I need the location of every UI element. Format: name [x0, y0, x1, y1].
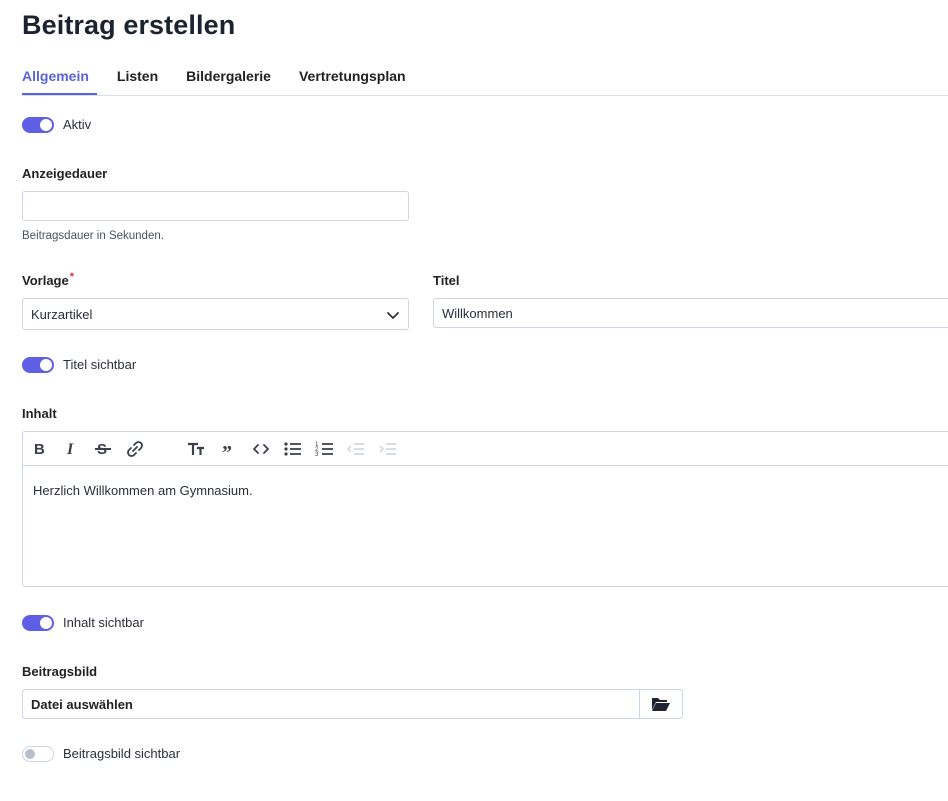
inhalt-sichtbar-label: Inhalt sichtbar [63, 615, 144, 630]
file-browse-button[interactable] [639, 690, 682, 718]
tab-allgemein[interactable]: Allgemein [22, 58, 97, 95]
vorlage-value: Kurzartikel [31, 306, 93, 322]
anzeigedauer-hint: Beitragsdauer in Sekunden. [22, 230, 164, 242]
beitragsbild-sichtbar-toggle[interactable] [22, 746, 54, 762]
titel-sichtbar-toggle[interactable] [22, 357, 54, 373]
link-icon[interactable] [125, 439, 145, 459]
folder-open-icon [652, 698, 670, 711]
tab-bar: Allgemein Listen Bildergalerie Vertretun… [22, 58, 948, 96]
svg-text:3: 3 [315, 452, 319, 458]
bullet-list-icon[interactable] [283, 439, 303, 459]
indent-icon[interactable] [378, 439, 398, 459]
editor-toolbar: B I S ” [23, 432, 948, 466]
inhalt-sichtbar-toggle[interactable] [22, 615, 54, 631]
aktiv-toggle[interactable] [22, 117, 54, 133]
editor-content[interactable]: Herzlich Willkommen am Gymnasium. [23, 466, 948, 515]
italic-icon[interactable]: I [62, 439, 82, 459]
file-name[interactable]: Datei auswählen [23, 690, 639, 718]
vorlage-select[interactable]: Kurzartikel [22, 298, 409, 330]
tab-bildergalerie[interactable]: Bildergalerie [186, 58, 271, 94]
rich-text-editor: B I S ” [22, 431, 948, 587]
titel-sichtbar-label: Titel sichtbar [63, 357, 137, 372]
strikethrough-icon[interactable]: S [93, 439, 113, 459]
heading-icon[interactable] [186, 439, 206, 459]
chevron-down-icon [387, 312, 399, 319]
svg-text:”: ” [222, 442, 232, 459]
svg-text:B: B [34, 441, 45, 458]
vorlage-label: Vorlage* [22, 271, 74, 288]
numbered-list-icon[interactable]: 1 2 3 [315, 439, 335, 459]
inhalt-label: Inhalt [22, 406, 57, 421]
bold-icon[interactable]: B [30, 439, 50, 459]
quote-icon[interactable]: ” [219, 439, 239, 459]
tab-vertretungsplan[interactable]: Vertretungsplan [299, 58, 406, 94]
anzeigedauer-input[interactable] [22, 191, 409, 221]
page-title: Beitrag erstellen [22, 10, 236, 40]
titel-input[interactable]: Willkommen [433, 298, 948, 328]
outdent-icon[interactable] [346, 439, 366, 459]
svg-text:I: I [66, 441, 74, 458]
anzeigedauer-label: Anzeigedauer [22, 166, 108, 181]
aktiv-label: Aktiv [63, 117, 92, 132]
titel-label: Titel [433, 273, 460, 288]
required-marker: * [69, 271, 74, 283]
tab-listen[interactable]: Listen [117, 58, 158, 94]
beitragsbild-file-input[interactable]: Datei auswählen [22, 689, 683, 719]
beitragsbild-sichtbar-label: Beitragsbild sichtbar [63, 746, 181, 761]
beitragsbild-label: Beitragsbild [22, 664, 98, 679]
code-icon[interactable] [251, 439, 271, 459]
